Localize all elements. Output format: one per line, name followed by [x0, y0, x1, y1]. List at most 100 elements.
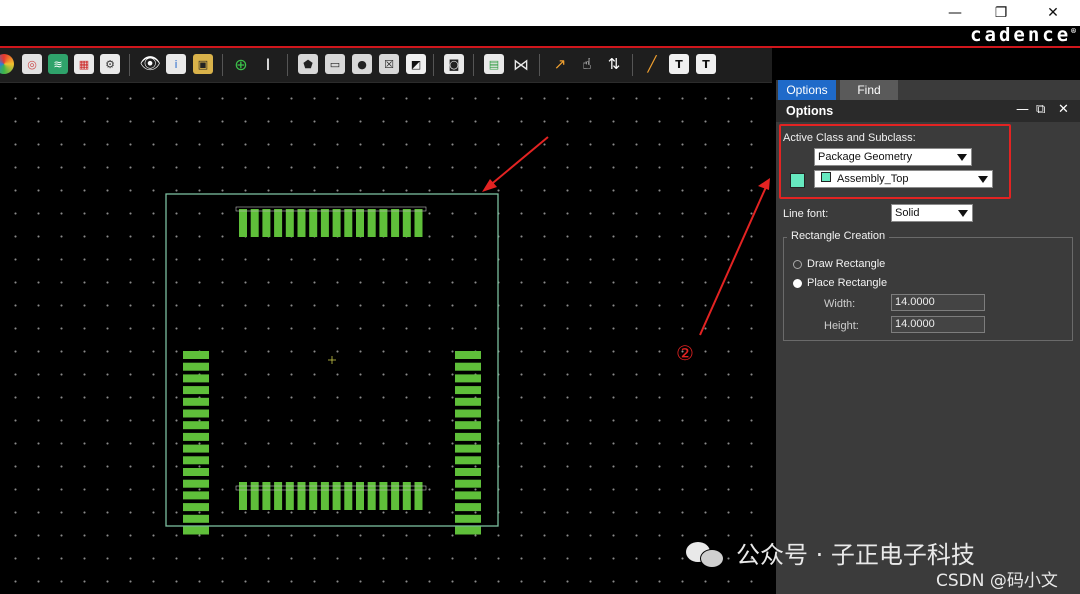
- panel-minimize-button[interactable]: —: [1016, 102, 1029, 117]
- draw-rectangle-label[interactable]: Draw Rectangle: [807, 258, 885, 270]
- pad-left[interactable]: [183, 397, 209, 406]
- pad-right[interactable]: [455, 409, 481, 418]
- width-field[interactable]: 14.0000: [891, 294, 985, 311]
- pad-left[interactable]: [183, 526, 209, 535]
- pad-top[interactable]: [250, 209, 259, 237]
- tab-find[interactable]: Find: [840, 80, 898, 100]
- pad-top[interactable]: [414, 209, 423, 237]
- layers-icon[interactable]: ≋: [48, 54, 68, 74]
- pad-right[interactable]: [455, 491, 481, 500]
- pad-right[interactable]: [455, 351, 481, 359]
- pad-top[interactable]: [379, 209, 388, 237]
- pad-left[interactable]: [183, 409, 209, 418]
- pad-right[interactable]: [455, 526, 481, 535]
- pad-top[interactable]: [402, 209, 411, 237]
- options-panel: Options Find Options — ⧉ ✕ Active Class …: [776, 80, 1080, 594]
- pad-top[interactable]: [344, 209, 353, 237]
- pad-left[interactable]: [183, 374, 209, 383]
- annotation-arrow-1: [487, 136, 549, 188]
- route-icon[interactable]: ↗: [550, 54, 570, 74]
- callout-number-2: ②: [676, 341, 694, 365]
- pad-top[interactable]: [239, 209, 247, 237]
- visibility-eye-icon[interactable]: 👁: [139, 54, 161, 74]
- place-rectangle-radio[interactable]: [793, 279, 802, 288]
- pad-right[interactable]: [455, 386, 481, 395]
- panel-close-button[interactable]: ✕: [1058, 102, 1069, 117]
- pad-left[interactable]: [183, 456, 209, 465]
- pad-left[interactable]: [183, 432, 209, 441]
- pad-right[interactable]: [455, 362, 481, 371]
- pad-left[interactable]: [183, 444, 209, 453]
- shape-fill-icon[interactable]: ◩: [406, 54, 426, 74]
- toolbar-separator: [632, 54, 633, 76]
- pad-left[interactable]: [183, 479, 209, 488]
- highlight-box: [779, 124, 1011, 199]
- pad-top[interactable]: [391, 209, 400, 237]
- pad-left[interactable]: [183, 468, 209, 476]
- close-button[interactable]: ✕: [1030, 0, 1076, 26]
- pad-right[interactable]: [455, 514, 481, 523]
- panel-float-button[interactable]: ⧉: [1036, 102, 1045, 117]
- design-canvas[interactable]: ②: [0, 83, 772, 594]
- minimize-button[interactable]: —: [932, 0, 978, 26]
- add-rectangle-icon[interactable]: ▭: [325, 54, 345, 74]
- line-font-dropdown[interactable]: Solid: [891, 204, 973, 222]
- add-frectangle-icon[interactable]: ☒: [379, 54, 399, 74]
- toolbar-separator: [222, 54, 223, 76]
- pad-left[interactable]: [183, 421, 209, 430]
- pad-top[interactable]: [356, 209, 364, 237]
- info-icon[interactable]: i: [166, 54, 186, 74]
- pad-left[interactable]: [183, 362, 209, 371]
- pad-right[interactable]: [455, 468, 481, 476]
- add-pin-icon[interactable]: ⊕: [231, 54, 251, 74]
- pad-right[interactable]: [455, 432, 481, 441]
- annotation-arrow-2: [699, 186, 767, 336]
- pad-top[interactable]: [309, 209, 318, 237]
- pad-right[interactable]: [455, 374, 481, 383]
- pad-right[interactable]: [455, 421, 481, 430]
- pointer-icon[interactable]: ☝: [577, 54, 597, 74]
- pad-left[interactable]: [183, 503, 209, 512]
- tab-options[interactable]: Options: [778, 80, 836, 100]
- panel-header: Options — ⧉ ✕: [776, 100, 1080, 122]
- pad-right[interactable]: [455, 456, 481, 465]
- place-rectangle-label[interactable]: Place Rectangle: [807, 277, 887, 289]
- height-field[interactable]: 14.0000: [891, 316, 985, 333]
- add-circle-icon[interactable]: ●: [352, 54, 372, 74]
- pad-top[interactable]: [274, 209, 283, 237]
- width-label: Width:: [824, 298, 856, 310]
- pad-top[interactable]: [262, 209, 271, 237]
- pad-right[interactable]: [455, 397, 481, 406]
- pad-left[interactable]: [183, 514, 209, 523]
- add-polygon-icon[interactable]: ⬟: [298, 54, 318, 74]
- text-cursor-icon[interactable]: I: [258, 54, 278, 74]
- window-title-bar: — ❐ ✕: [0, 0, 1080, 26]
- pad-right[interactable]: [455, 444, 481, 453]
- pad-top[interactable]: [367, 209, 376, 237]
- spreadsheet-icon[interactable]: ▦: [74, 54, 94, 74]
- pad-left[interactable]: [183, 351, 209, 359]
- report-icon[interactable]: ▤: [484, 54, 504, 74]
- edit-text-icon[interactable]: T: [696, 54, 716, 74]
- gear-doc-icon[interactable]: ⚙: [100, 54, 120, 74]
- camera-icon[interactable]: ◙: [444, 54, 464, 74]
- draw-rectangle-radio[interactable]: [793, 260, 802, 269]
- color-wheel-icon[interactable]: [0, 54, 14, 74]
- mirror-icon[interactable]: ⋈: [511, 54, 531, 74]
- pad-top[interactable]: [320, 209, 329, 237]
- swap-icon[interactable]: ⇅: [604, 54, 624, 74]
- restore-button[interactable]: ❐: [978, 0, 1024, 26]
- pad-top[interactable]: [297, 209, 306, 237]
- pad-left[interactable]: [183, 491, 209, 500]
- line-draw-icon[interactable]: ╱: [642, 54, 662, 74]
- 3d-view-icon[interactable]: ▣: [193, 54, 213, 74]
- pad-left[interactable]: [183, 386, 209, 395]
- wechat-icon: [686, 540, 726, 568]
- add-text-icon[interactable]: T: [669, 54, 689, 74]
- pad-top[interactable]: [332, 209, 341, 237]
- toolbar-separator: [473, 54, 474, 76]
- pad-right[interactable]: [455, 503, 481, 512]
- snapshot-icon[interactable]: ◎: [22, 54, 42, 74]
- pad-top[interactable]: [285, 209, 294, 237]
- pad-right[interactable]: [455, 479, 481, 488]
